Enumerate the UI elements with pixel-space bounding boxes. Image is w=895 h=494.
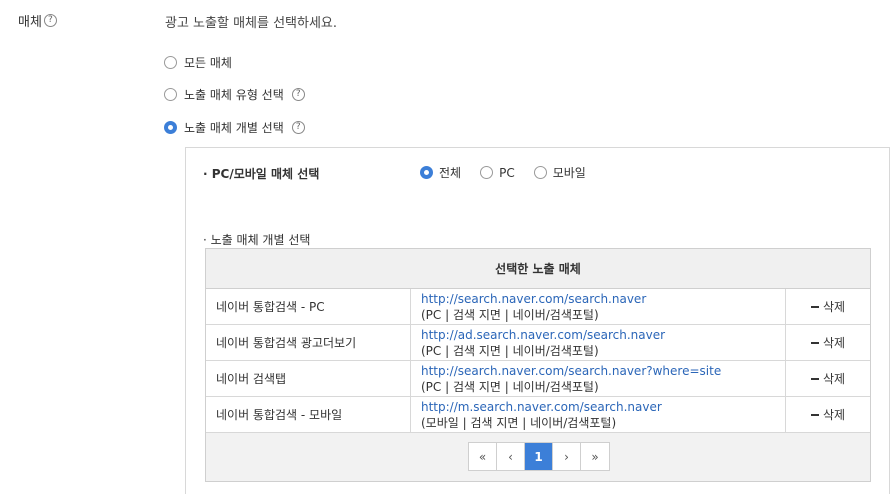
table-header: 선택한 노출 매체 xyxy=(206,249,870,289)
last-page-button[interactable]: » xyxy=(581,443,609,470)
delete-button[interactable]: 삭제 xyxy=(786,397,870,432)
delete-button[interactable]: 삭제 xyxy=(786,289,870,324)
media-url[interactable]: http://m.search.naver.com/search.naver xyxy=(421,399,785,415)
radio-device-pc[interactable] xyxy=(480,166,494,179)
media-option-individual-label: 노출 매체 개별 선택 xyxy=(184,121,284,135)
field-label: 매체 ? xyxy=(18,11,57,30)
media-url[interactable]: http://search.naver.com/search.naver?whe… xyxy=(421,363,785,379)
media-url-cell: http://search.naver.com/search.naver?whe… xyxy=(411,361,786,396)
media-meta: (PC | 검색 지면 | 네이버/검색포털) xyxy=(421,343,599,358)
delete-label: 삭제 xyxy=(822,408,846,422)
field-description: 광고 노출할 매체를 선택하세요. xyxy=(165,16,338,31)
device-option-mobile-label: 모바일 xyxy=(552,166,586,180)
page-1-button[interactable]: 1 xyxy=(525,443,553,470)
device-radio-group: 전체 PC 모바일 xyxy=(420,164,605,181)
table-row: 네이버 검색탭 http://search.naver.com/search.n… xyxy=(206,361,870,397)
help-icon[interactable]: ? xyxy=(43,14,57,27)
delete-button[interactable]: 삭제 xyxy=(786,325,870,360)
media-option-type-label: 노출 매체 유형 선택 xyxy=(184,88,284,102)
radio-individual[interactable] xyxy=(164,121,177,134)
device-section-title: · PC/모바일 매체 선택 xyxy=(203,167,320,181)
table-row: 네이버 통합검색 - 모바일 http://m.search.naver.com… xyxy=(206,397,870,433)
media-url[interactable]: http://search.naver.com/search.naver xyxy=(421,291,785,307)
media-url[interactable]: http://ad.search.naver.com/search.naver xyxy=(421,327,785,343)
radio-device-mobile[interactable] xyxy=(533,166,547,179)
media-name: 네이버 통합검색 광고더보기 xyxy=(206,325,411,360)
media-option-all-label: 모든 매체 xyxy=(184,56,232,70)
delete-button[interactable]: 삭제 xyxy=(786,361,870,396)
delete-label: 삭제 xyxy=(822,300,846,314)
radio-device-all[interactable] xyxy=(420,166,433,179)
device-option-all-label: 전체 xyxy=(439,166,462,180)
field-label-text: 매체 xyxy=(18,15,42,30)
delete-label: 삭제 xyxy=(822,336,846,350)
media-url-cell: http://m.search.naver.com/search.naver (… xyxy=(411,397,786,432)
media-option-individual[interactable]: 노출 매체 개별 선택 ? xyxy=(164,119,305,136)
media-option-all[interactable]: 모든 매체 xyxy=(164,54,232,71)
minus-icon xyxy=(810,341,819,344)
delete-label: 삭제 xyxy=(822,372,846,386)
media-meta: (모바일 | 검색 지면 | 네이버/검색포털) xyxy=(421,415,617,430)
individual-media-panel: · PC/모바일 매체 선택 전체 PC 모바일 · 노출 매체 개별 선택 선… xyxy=(185,147,890,494)
media-option-type[interactable]: 노출 매체 유형 선택 ? xyxy=(164,86,305,103)
pagination: « ‹ 1 › » xyxy=(468,442,610,471)
table-row: 네이버 통합검색 광고더보기 http://ad.search.naver.co… xyxy=(206,325,870,361)
media-url-cell: http://search.naver.com/search.naver (PC… xyxy=(411,289,786,324)
media-meta: (PC | 검색 지면 | 네이버/검색포털) xyxy=(421,379,599,394)
help-icon[interactable]: ? xyxy=(291,121,305,134)
minus-icon xyxy=(810,413,819,416)
first-page-button[interactable]: « xyxy=(469,443,497,470)
radio-all[interactable] xyxy=(164,56,177,69)
device-option-pc[interactable]: PC xyxy=(480,166,515,180)
device-option-pc-label: PC xyxy=(499,165,515,180)
device-option-all[interactable]: 전체 xyxy=(420,164,461,181)
media-name: 네이버 통합검색 - 모바일 xyxy=(206,397,411,432)
individual-section-title: · 노출 매체 개별 선택 xyxy=(203,233,311,247)
radio-type[interactable] xyxy=(164,88,177,101)
media-url-cell: http://ad.search.naver.com/search.naver … xyxy=(411,325,786,360)
help-icon[interactable]: ? xyxy=(291,88,305,101)
media-meta: (PC | 검색 지면 | 네이버/검색포털) xyxy=(421,307,599,322)
media-name: 네이버 통합검색 - PC xyxy=(206,289,411,324)
minus-icon xyxy=(810,377,819,380)
media-name: 네이버 검색탭 xyxy=(206,361,411,396)
next-page-button[interactable]: › xyxy=(553,443,581,470)
minus-icon xyxy=(810,305,819,308)
table-row: 네이버 통합검색 - PC http://search.naver.com/se… xyxy=(206,289,870,325)
prev-page-button[interactable]: ‹ xyxy=(497,443,525,470)
device-option-mobile[interactable]: 모바일 xyxy=(533,164,586,181)
selected-media-table: 선택한 노출 매체 네이버 통합검색 - PC http://search.na… xyxy=(205,248,871,482)
